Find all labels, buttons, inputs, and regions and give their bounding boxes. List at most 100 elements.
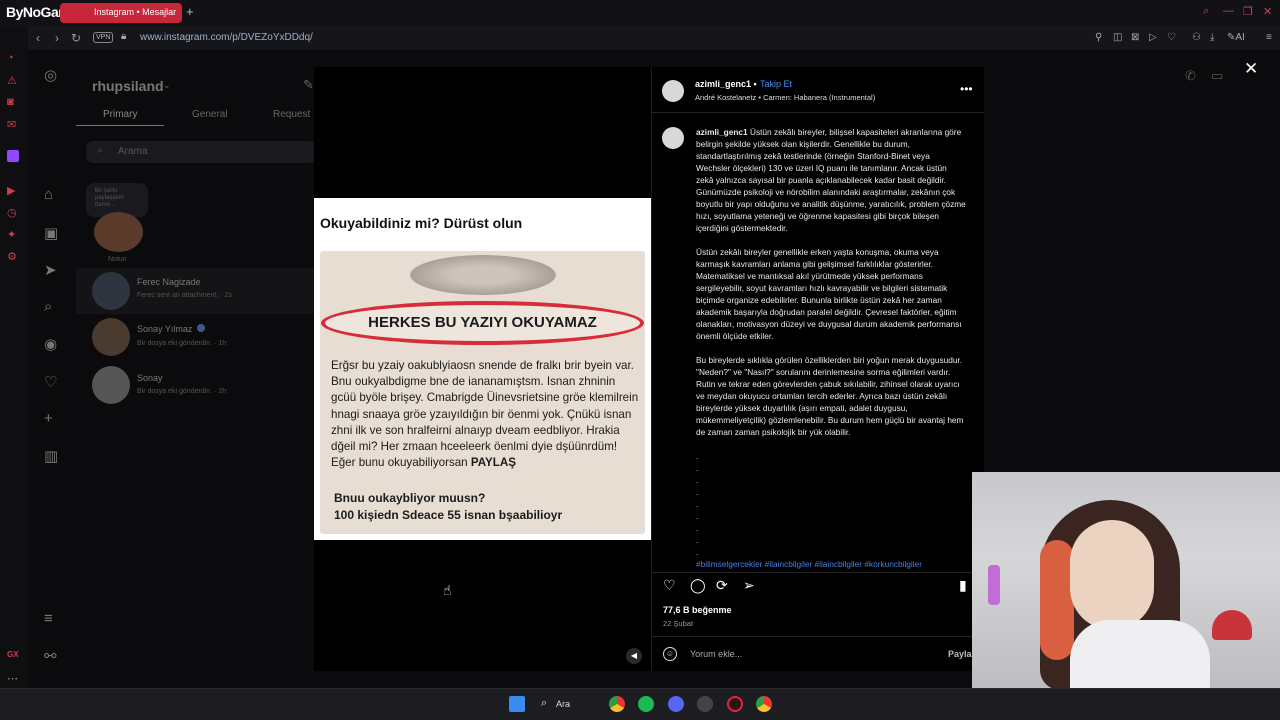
new-tab-button[interactable]: + (186, 4, 194, 19)
conversation-name[interactable]: Sonay (137, 373, 163, 383)
create-icon[interactable]: + (44, 410, 53, 427)
search-icon[interactable]: ⌕ (1203, 5, 1209, 18)
back-icon[interactable]: ‹ (36, 31, 40, 45)
lock-icon[interactable]: 🔒︎ (121, 31, 126, 42)
avatar[interactable] (92, 272, 130, 310)
opera-gx-icon[interactable] (727, 696, 743, 712)
caption-username[interactable]: azimli_genc1 (696, 127, 748, 137)
meta-icon[interactable]: ⚯ (44, 647, 57, 665)
bottom-question: Bnuu oukaybliyor muusn? 100 kişiedn Sdeac… (334, 491, 563, 522)
repost-icon[interactable]: ⟳ (716, 577, 728, 594)
reload-icon[interactable]: ↻ (71, 31, 81, 45)
scrambled-paragraph: Erğsr bu yzaiy oakublyiaosn snende de fr… (331, 359, 639, 470)
taskbar-search-icon[interactable]: ⌕ (541, 697, 547, 710)
menu-icon[interactable]: ≡ (1266, 32, 1272, 43)
more-icon[interactable]: ⋯ (7, 672, 18, 685)
start-icon[interactable] (509, 696, 525, 712)
my-avatar[interactable] (94, 212, 143, 252)
history-icon[interactable]: ◔ (7, 52, 14, 64)
emoji-icon[interactable]: ☺ (663, 647, 677, 661)
dashboard-icon[interactable]: ▥ (44, 447, 58, 465)
post-image-title: Okuyabildiniz mi? Dürüst olun (320, 215, 523, 231)
share-icon[interactable]: ➢ (743, 577, 755, 594)
messages-icon[interactable]: ➤ (44, 261, 57, 279)
chrome-profile-icon[interactable] (756, 696, 772, 712)
discord-icon[interactable] (668, 696, 684, 712)
tab-requests[interactable]: Request (273, 109, 310, 120)
author-username[interactable]: azimli_genc1 • (695, 79, 757, 89)
avatar[interactable] (92, 318, 130, 356)
tab-primary[interactable]: Primary (103, 109, 137, 120)
note-label: Notun (108, 256, 127, 263)
close-window-icon[interactable]: ✕ (1263, 5, 1272, 18)
post-date[interactable]: 22 Şubat (663, 619, 693, 628)
snapshot-icon[interactable]: ◫ (1113, 32, 1122, 43)
close-icon[interactable]: ✕ (1244, 59, 1258, 79)
extensions-icon[interactable]: ✦ (7, 228, 16, 241)
gx-icon[interactable]: GX (7, 650, 19, 659)
conversation-name[interactable]: Sonay Yılmaz (137, 324, 192, 334)
player-icon[interactable]: ▷ (1149, 32, 1157, 43)
conversation-name[interactable]: Ferec Nagizade (137, 277, 201, 287)
divider (652, 572, 984, 573)
search-field-icon: ⌕ (97, 145, 103, 156)
more-options-icon[interactable]: ••• (960, 82, 973, 96)
pin-icon[interactable]: ⚲ (1095, 32, 1102, 43)
likes-count[interactable]: 77,6 B beğenme (663, 605, 732, 615)
steam-icon[interactable] (697, 696, 713, 712)
settings-icon[interactable]: ⚙ (7, 250, 17, 263)
conversation-preview: Bir dosya eki gönderdin. · 2h (137, 388, 227, 395)
instagram-logo-icon[interactable]: ◎ (44, 66, 57, 84)
hand-cursor-icon: ☝ (443, 582, 452, 598)
compose-icon[interactable]: ✎ (303, 77, 314, 93)
dm-account-username[interactable]: rhupsiland (92, 78, 164, 94)
banner-text: HERKES BU YAZIYI OKUYAMAZ (368, 314, 597, 331)
explore-icon[interactable]: ◉ (44, 335, 57, 353)
mute-icon[interactable]: ◀ (626, 648, 642, 664)
download-icon[interactable]: ⤓ (1210, 32, 1214, 43)
save-icon[interactable]: ▮ (959, 577, 967, 594)
chrome-icon[interactable] (609, 696, 625, 712)
ai-icon[interactable]: ✎AI (1227, 32, 1245, 43)
notifications-icon[interactable]: ♡ (44, 373, 57, 391)
mail-icon[interactable]: ✉ (7, 118, 16, 131)
like-icon[interactable]: ♡ (663, 577, 676, 594)
forward-icon[interactable]: › (55, 31, 59, 45)
author-avatar[interactable] (662, 80, 684, 102)
caption-avatar[interactable] (662, 127, 684, 149)
minimize-icon[interactable]: — (1223, 5, 1234, 17)
tab-general[interactable]: General (192, 109, 228, 120)
avatar[interactable] (92, 366, 130, 404)
twitch-icon[interactable] (7, 150, 19, 162)
search-nav-icon[interactable]: ⌕ (44, 298, 52, 315)
adblock-icon[interactable]: ⊠ (1131, 32, 1139, 43)
spotify-icon[interactable] (638, 696, 654, 712)
aria-icon[interactable]: ⚠ (7, 74, 17, 87)
profile-icon[interactable]: ⚇ (1192, 32, 1201, 43)
home-icon[interactable]: ⌂ (44, 186, 53, 203)
url-field[interactable]: www.instagram.com/p/DVEZoYxDDdq/ (140, 32, 313, 43)
divider (652, 636, 984, 637)
video-call-icon[interactable]: ▭ (1211, 68, 1223, 84)
comment-input[interactable]: Yorum ekle... (690, 649, 742, 659)
browser-tab[interactable]: Instagram • Mesajlar (60, 3, 182, 23)
player-side-icon[interactable]: ▶ (7, 184, 15, 197)
webcam-lamp (988, 565, 1000, 605)
clock-icon[interactable]: ◷ (7, 206, 17, 219)
follow-button[interactable]: Takip Et (760, 79, 792, 89)
vpn-badge[interactable]: VPN (93, 32, 114, 43)
chevron-down-icon[interactable]: ⌄ (163, 80, 171, 91)
audio-link[interactable]: André Kostelanetz • Carmen: Habanera (In… (695, 93, 875, 102)
heart-icon[interactable]: ♡ (1167, 32, 1176, 43)
dm-search-input[interactable]: Arama (86, 141, 316, 163)
call-icon[interactable]: ✆ (1185, 68, 1196, 84)
hashtags[interactable]: #bilimselgercekler #ilaincbilgiler #ilai… (696, 559, 922, 569)
conversation-preview: Ferec sent an attachment. · 2s (137, 292, 232, 299)
instagram-side-icon[interactable]: ◙ (7, 96, 14, 108)
more-menu-icon[interactable]: ≡ (44, 610, 53, 627)
maximize-icon[interactable]: ❐ (1243, 5, 1253, 18)
reels-icon[interactable]: ▣ (44, 224, 58, 242)
taskbar-search[interactable]: Ara (556, 699, 570, 709)
comment-icon[interactable]: ◯ (690, 577, 706, 594)
post-caption: azimli_genc1 Üstün zekâlı bireyler, bili… (696, 127, 966, 437)
